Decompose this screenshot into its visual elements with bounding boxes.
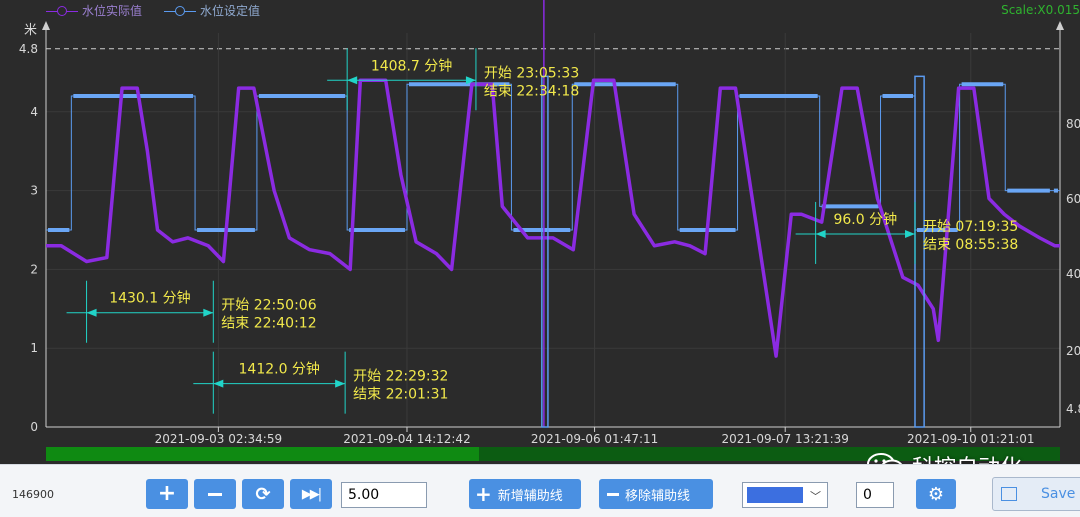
annotation-end: 结束 22:40:12 bbox=[221, 316, 316, 332]
skip-end-icon: ▶▶| bbox=[301, 486, 322, 502]
remove-guide-button[interactable]: 移除辅助线 bbox=[599, 479, 713, 509]
refresh-button[interactable]: ⟳ bbox=[242, 479, 284, 509]
legend-set-label: 水位设定值 bbox=[200, 4, 261, 18]
image-icon bbox=[1001, 487, 1017, 501]
save-button[interactable]: Save bbox=[992, 477, 1080, 511]
legend-set[interactable]: 水位设定值 bbox=[164, 2, 260, 19]
scale-readout: Scale:X0.015 bbox=[1001, 3, 1080, 17]
annotation-duration: 96.0 分钟 bbox=[833, 211, 897, 228]
annotation-arrow-left-icon bbox=[347, 76, 358, 85]
toolbar: 146900 + ⟳ ▶▶| + 新增辅助线 移除辅助线 ﹀ ⚙ Save bbox=[0, 464, 1080, 517]
color-select[interactable]: ﹀ bbox=[742, 482, 828, 508]
zoom-value-input[interactable] bbox=[341, 482, 427, 508]
y-tick-label-right: 20 bbox=[1066, 344, 1080, 358]
zoom-in-button[interactable]: + bbox=[146, 479, 188, 509]
timeline-fill bbox=[46, 447, 479, 461]
annotation-end: 结束 22:34:18 bbox=[484, 83, 579, 99]
annotation-duration: 1412.0 分钟 bbox=[239, 361, 320, 378]
gear-icon: ⚙ bbox=[927, 483, 945, 505]
y-tick-label-left: 2 bbox=[30, 262, 38, 276]
x-tick-label: 2021-09-06 01:47:11 bbox=[531, 432, 658, 446]
add-guide-label: 新增辅助线 bbox=[497, 488, 563, 504]
y-axis-left-arrow-icon bbox=[42, 21, 50, 30]
refresh-icon: ⟳ bbox=[255, 483, 271, 505]
minus-icon bbox=[208, 492, 222, 496]
annotation-arrow-left-icon bbox=[86, 308, 97, 317]
annotation-end: 结束 22:01:31 bbox=[353, 387, 448, 403]
add-guide-button[interactable]: + 新增辅助线 bbox=[469, 479, 581, 509]
settings-button[interactable]: ⚙ bbox=[916, 479, 956, 509]
index-input[interactable] bbox=[856, 482, 894, 508]
annotation-arrow-right-icon bbox=[335, 379, 346, 388]
plus-icon: + bbox=[157, 481, 177, 506]
x-tick-label: 2021-09-10 01:21:01 bbox=[907, 432, 1034, 446]
y-axis-right-arrow-icon bbox=[1056, 21, 1064, 30]
y-tick-label-left: 0 bbox=[30, 420, 38, 434]
legend-set-line-icon bbox=[164, 5, 197, 16]
x-tick-label: 2021-09-04 14:12:42 bbox=[343, 432, 470, 446]
y-tick-label-right: 80 bbox=[1066, 117, 1080, 131]
remove-guide-label: 移除辅助线 bbox=[625, 488, 691, 504]
annotation-start: 开始 22:50:06 bbox=[221, 298, 316, 314]
legend-actual-line-icon bbox=[46, 5, 78, 16]
annotation-arrow-right-icon bbox=[904, 229, 915, 238]
x-tick-label: 2021-09-03 02:34:59 bbox=[155, 432, 282, 446]
annotation-start: 开始 22:29:32 bbox=[353, 369, 448, 385]
annotation-arrow-left-icon bbox=[815, 229, 826, 238]
legend-actual[interactable]: 水位实际值 bbox=[46, 2, 142, 19]
annotation-duration: 1408.7 分钟 bbox=[371, 57, 452, 74]
zoom-out-button[interactable] bbox=[194, 479, 236, 509]
y-tick-label-left: 4 bbox=[30, 105, 38, 119]
color-swatch bbox=[747, 487, 803, 503]
x-tick-label: 2021-09-07 13:21:39 bbox=[721, 432, 848, 446]
chart-svg: 0 1 2 3 4 4.8 米 4.8 20 40 60 80 2021-09-03 02:34:59 2… bbox=[19, 0, 1080, 446]
annotation-arrow-right-icon bbox=[203, 308, 214, 317]
y-unit-label: 米 bbox=[24, 23, 37, 38]
y-tick-label-right: 40 bbox=[1066, 267, 1080, 281]
record-count: 146900 bbox=[12, 488, 54, 501]
minus-icon bbox=[607, 492, 619, 496]
chart-area: 0 1 2 3 4 4.8 米 4.8 20 40 60 80 2021-09-03 02:34:59 2… bbox=[0, 0, 1080, 464]
skip-to-end-button[interactable]: ▶▶| bbox=[290, 479, 332, 509]
y-tick-label-left: 1 bbox=[30, 341, 38, 355]
data-gap-marker bbox=[541, 75, 549, 428]
annotation-start: 开始 07:19:35 bbox=[923, 219, 1018, 235]
y-tick-label-right: 60 bbox=[1066, 192, 1080, 206]
series-set-value-line bbox=[46, 83, 1060, 231]
y-tick-label-left: 3 bbox=[30, 184, 38, 198]
y-tick-label-left: 4.8 bbox=[19, 42, 38, 56]
chevron-down-icon: ﹀ bbox=[810, 490, 821, 503]
legend-actual-label: 水位实际值 bbox=[82, 4, 143, 18]
plus-icon: + bbox=[475, 482, 492, 506]
annotation-start: 开始 23:05:33 bbox=[484, 65, 579, 81]
series-actual-value-line bbox=[46, 78, 1060, 358]
y-tick-label-right: 4.8 bbox=[1066, 402, 1080, 416]
annotation-end: 结束 08:55:38 bbox=[923, 237, 1018, 253]
annotation-duration: 1430.1 分钟 bbox=[109, 290, 190, 307]
save-label: Save bbox=[1041, 486, 1076, 502]
legend: 水位实际值 水位设定值 bbox=[46, 2, 260, 19]
